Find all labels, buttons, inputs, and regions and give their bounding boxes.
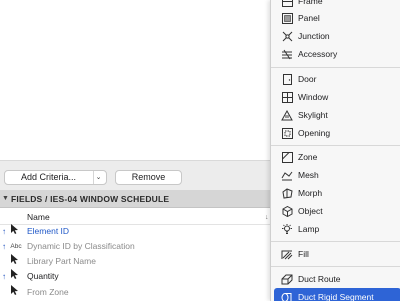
menu-item-window[interactable]: Window [271,88,400,106]
fields-section-title: FIELDS / IES-04 WINDOW SCHEDULE [11,194,170,204]
menu-item-accessory[interactable]: Accessory [271,45,400,63]
window-icon [281,91,293,103]
menu-item-panel[interactable]: Panel [271,9,400,27]
menu-item-morph[interactable]: Morph [271,184,400,202]
panel-icon [281,12,293,24]
menu-item-label: Accessory [298,49,338,59]
menu-item-label: Window [298,92,329,102]
row-label: Element ID [27,226,70,236]
menu-separator [271,67,400,68]
menu-item-skylight[interactable]: Skylight [271,106,400,124]
menu-item-lamp[interactable]: Lamp [271,220,400,238]
menu-item-label: Door [298,74,317,84]
menu-item-label: Skylight [298,110,328,120]
sort-icon[interactable]: ↓ [265,210,269,225]
menu-item-zone[interactable]: Zone [271,148,400,166]
skylight-icon [281,109,293,121]
menu-item-label: Object [298,206,323,216]
menu-item-duct-route[interactable]: Duct Route [271,270,400,288]
mesh-icon [281,169,293,181]
remove-button[interactable]: Remove [115,170,182,185]
cursor-arrow-icon [10,224,22,234]
menu-item-label: Panel [298,13,320,23]
table-row[interactable]: ↑ Quantity [0,269,271,284]
add-criteria-label: Add Criteria... [21,172,77,182]
menu-item-junction[interactable]: Junction [271,27,400,45]
morph-icon [281,187,293,199]
menu-separator [271,145,400,146]
door-icon [281,73,293,85]
cursor-arrow-icon [10,269,22,279]
menu-item-label: Morph [298,188,323,198]
object-icon [281,205,293,217]
cursor-arrow-icon [10,254,22,264]
fields-section-header[interactable]: ▼ FIELDS / IES-04 WINDOW SCHEDULE [0,190,271,208]
menu-item-duct-rigid-segment[interactable]: Duct Rigid Segment [274,288,400,301]
menu-item-label: Zone [298,152,318,162]
lamp-icon [281,223,293,235]
frame-icon [281,0,293,7]
menu-item-label: Mesh [298,170,319,180]
column-header-name[interactable]: Name [27,210,50,225]
menu-item-label: Lamp [298,224,320,234]
disclosure-triangle-icon[interactable]: ▼ [2,190,9,208]
criteria-controls: Add Criteria... ⌄ Remove [0,160,271,190]
row-label: Library Part Name [27,256,96,266]
menu-separator [271,241,400,242]
menu-item-label: Fill [298,249,309,259]
menu-item-label: Junction [298,31,330,41]
junction-icon [281,30,293,42]
fill-icon [281,248,293,260]
table-row[interactable]: Library Part Name [0,254,271,269]
menu-separator [271,266,400,267]
menu-item-object[interactable]: Object [271,202,400,220]
cursor-arrow-icon [10,285,22,295]
menu-item-label: Duct Rigid Segment [298,292,374,301]
duct-route-icon [281,273,293,285]
row-marker: ↑ [2,272,6,281]
menu-item-fill[interactable]: Fill [271,245,400,263]
opening-icon [281,127,293,139]
zone-icon [281,151,293,163]
schedule-panel: Add Criteria... ⌄ Remove ▼ FIELDS / IES-… [0,0,271,301]
chevron-down-icon: ⌄ [93,171,103,184]
table-row[interactable]: From Zone [0,285,271,300]
add-criteria-dropdown[interactable]: Add Criteria... ⌄ [4,170,107,185]
menu-item-door[interactable]: Door [271,70,400,88]
row-marker: ↑ [2,227,6,236]
menu-item-opening[interactable]: Opening [271,124,400,142]
menu-item-label: Opening [298,128,331,138]
column-header-row: Name ↓ [0,210,271,225]
accessory-icon [281,48,293,60]
text-abc-icon: Abc [10,243,22,250]
row-label: From Zone [27,287,69,297]
row-marker: ↑ [2,242,6,251]
object-type-menu: Frame Panel Junction Accessory Door Wind… [270,0,400,301]
table-row[interactable]: ↑ Element ID [0,224,271,239]
duct-rigid-segment-icon [281,291,293,301]
menu-item-label: Duct Route [298,274,341,284]
row-label: Quantity [27,271,59,281]
table-row[interactable]: ↑ Abc Dynamic ID by Classification [0,239,271,254]
row-label: Dynamic ID by Classification [27,241,135,251]
menu-item-mesh[interactable]: Mesh [271,166,400,184]
